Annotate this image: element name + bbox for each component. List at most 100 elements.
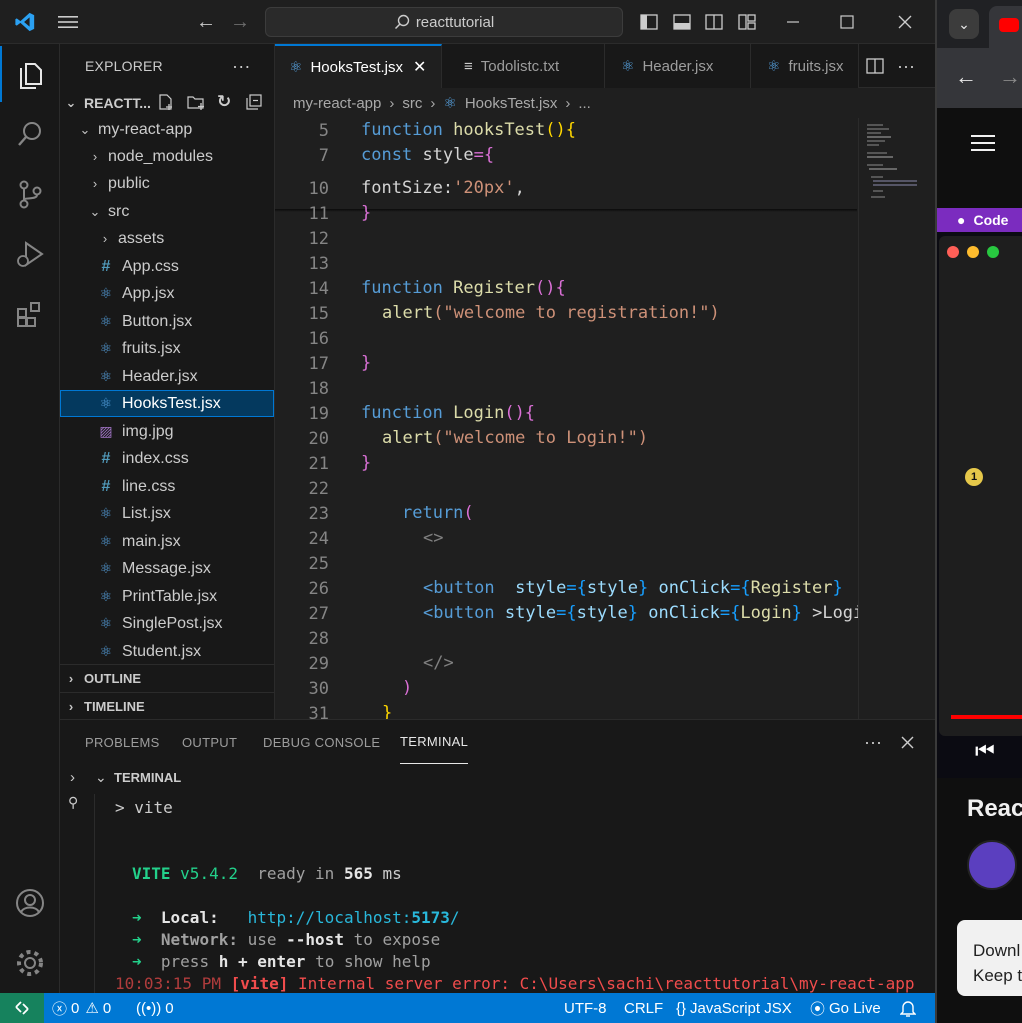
tab-search-button[interactable]: ⌄	[949, 9, 979, 39]
toggle-primary-sidebar-icon[interactable]	[638, 0, 660, 44]
terminal-text: ms	[382, 864, 402, 883]
command-center-search[interactable]: reacttutorial	[265, 7, 623, 37]
code-token: }	[361, 203, 372, 223]
tree-file-index-css[interactable]: # index.css	[60, 445, 274, 472]
back-arrow-icon[interactable]: ←	[192, 0, 220, 44]
line-number: 15	[308, 303, 329, 324]
tree-folder-my-react-app[interactable]: ⌄ my-react-app	[60, 116, 274, 143]
pin-icon[interactable]: ⚲	[68, 794, 78, 811]
tree-file-printtable-jsx[interactable]: ⚛ PrintTable.jsx	[60, 583, 274, 610]
language-status[interactable]: {} JavaScript JSX	[676, 993, 792, 1023]
source-control-icon[interactable]	[0, 166, 60, 222]
tab-terminal[interactable]: TERMINAL	[400, 720, 469, 764]
tree-file-hookstest-jsx[interactable]: ⚛ HooksTest.jsx	[60, 390, 274, 417]
tree-folder-assets[interactable]: › assets	[60, 225, 274, 252]
tab-output[interactable]: OUTPUT	[182, 720, 237, 764]
breadcrumb-item[interactable]: my-react-app	[293, 95, 381, 112]
outline-section[interactable]: › OUTLINE	[60, 664, 274, 692]
hamburger-menu-icon[interactable]	[971, 134, 995, 155]
chevron-down-icon[interactable]: ⌄	[95, 769, 107, 786]
tree-folder-src[interactable]: ⌄ src	[60, 198, 274, 225]
chevron-right-icon[interactable]: ›	[70, 769, 75, 786]
split-editor-icon[interactable]	[863, 44, 887, 88]
tab-header[interactable]: ⚛ Header.jsx	[605, 44, 751, 88]
tab-hookstest[interactable]: ⚛ HooksTest.jsx ✕	[275, 44, 442, 88]
workspace-root[interactable]: ⌄ REACTT... ↻	[60, 89, 274, 116]
go-live-button[interactable]: ⦿ Go Live	[810, 993, 881, 1023]
run-debug-icon[interactable]	[0, 226, 60, 282]
more-actions-icon[interactable]: ···	[860, 720, 886, 764]
refresh-icon[interactable]: ↻	[217, 92, 231, 112]
close-window-icon[interactable]	[888, 0, 922, 44]
terminal-text[interactable]: /	[450, 908, 460, 927]
forward-arrow-icon[interactable]: →	[226, 0, 254, 44]
tree-file-line-css[interactable]: # line.css	[60, 473, 274, 500]
line-number: 25	[308, 553, 329, 574]
line-number: 24	[308, 528, 329, 549]
tree-folder-public[interactable]: › public	[60, 170, 274, 197]
notifications-bell-icon[interactable]	[900, 993, 916, 1023]
maximize-icon[interactable]	[830, 0, 864, 44]
timeline-section[interactable]: › TIMELINE	[60, 692, 274, 720]
breadcrumb-item[interactable]: HooksTest.jsx	[465, 95, 558, 112]
code-editor[interactable]: 5 function hooksTest(){ 7 const style={ 10…	[275, 118, 863, 724]
tree-file-img-jpg[interactable]: ▨ img.jpg	[60, 418, 274, 445]
breadcrumb-item[interactable]: ...	[578, 95, 591, 112]
menu-icon[interactable]	[52, 0, 84, 44]
tree-file-singlepost-jsx[interactable]: ⚛ SinglePost.jsx	[60, 610, 274, 637]
terminal-text: --host	[286, 930, 344, 949]
code-token: Login	[453, 403, 505, 423]
browser-tab[interactable]	[989, 6, 1022, 48]
ports-status[interactable]: ((•)) 0	[136, 993, 174, 1023]
tree-file-fruits-jsx[interactable]: ⚛ fruits.jsx	[60, 335, 274, 362]
tree-label: node_modules	[108, 147, 213, 165]
tab-debug-console[interactable]: DEBUG CONSOLE	[263, 720, 380, 764]
tab-problems[interactable]: PROBLEMS	[85, 720, 160, 764]
eol-status[interactable]: CRLF	[624, 993, 663, 1023]
minimap[interactable]	[858, 118, 920, 719]
extensions-icon[interactable]	[0, 286, 60, 342]
channel-avatar[interactable]	[967, 840, 1017, 890]
browser-forward-icon[interactable]: →	[999, 64, 1021, 90]
remote-indicator-icon[interactable]	[0, 993, 44, 1023]
terminal-text[interactable]: http://localhost:	[248, 908, 412, 927]
new-folder-icon[interactable]	[186, 93, 206, 114]
toggle-secondary-sidebar-icon[interactable]	[703, 0, 725, 44]
video-progress-bar[interactable]	[951, 715, 1022, 719]
tree-file-app-css[interactable]: # App.css	[60, 253, 274, 280]
code-line: 21}	[275, 451, 857, 476]
tree-file-message-jsx[interactable]: ⚛ Message.jsx	[60, 555, 274, 582]
close-tab-icon[interactable]: ✕	[413, 57, 426, 77]
tree-file-main-jsx[interactable]: ⚛ main.jsx	[60, 528, 274, 555]
video-banner: ● Code	[937, 208, 1022, 232]
video-player[interactable]: ● Code 1 ⏮	[937, 208, 1022, 778]
traffic-light-red	[947, 246, 959, 258]
explorer-icon[interactable]	[0, 46, 60, 102]
browser-back-icon[interactable]: ←	[955, 64, 977, 90]
tree-file-student-jsx[interactable]: ⚛ Student.jsx	[60, 638, 274, 665]
problems-status[interactable]: ⓧ 0 ⚠ 0	[52, 993, 111, 1023]
tree-file-header-jsx[interactable]: ⚛ Header.jsx	[60, 363, 274, 390]
close-panel-icon[interactable]	[894, 720, 920, 764]
terminal-text[interactable]: 5173	[411, 908, 450, 927]
tree-file-app-jsx[interactable]: ⚛ App.jsx	[60, 280, 274, 307]
tree-folder-node-modules[interactable]: › node_modules	[60, 143, 274, 170]
skip-previous-icon[interactable]: ⏮	[975, 738, 995, 764]
tree-file-list-jsx[interactable]: ⚛ List.jsx	[60, 500, 274, 527]
tab-fruits[interactable]: ⚛ fruits.jsx	[751, 44, 859, 88]
collapse-all-icon[interactable]	[245, 93, 263, 114]
search-icon[interactable]	[0, 106, 60, 162]
tree-file-button-jsx[interactable]: ⚛ Button.jsx	[60, 308, 274, 335]
more-actions-icon[interactable]: ···	[232, 56, 251, 77]
code-token: (){	[504, 403, 536, 423]
encoding-status[interactable]: UTF-8	[564, 993, 607, 1023]
minimize-icon[interactable]	[776, 0, 810, 44]
toggle-panel-icon[interactable]	[671, 0, 693, 44]
accounts-icon[interactable]	[0, 875, 60, 931]
manage-gear-icon[interactable]	[0, 935, 60, 991]
more-actions-icon[interactable]: ···	[893, 44, 919, 88]
breadcrumb-item[interactable]: src	[402, 95, 422, 112]
tab-todolistc[interactable]: ≡ Todolistc.txt	[442, 44, 605, 88]
new-file-icon[interactable]	[157, 93, 175, 114]
customize-layout-icon[interactable]	[736, 0, 758, 44]
